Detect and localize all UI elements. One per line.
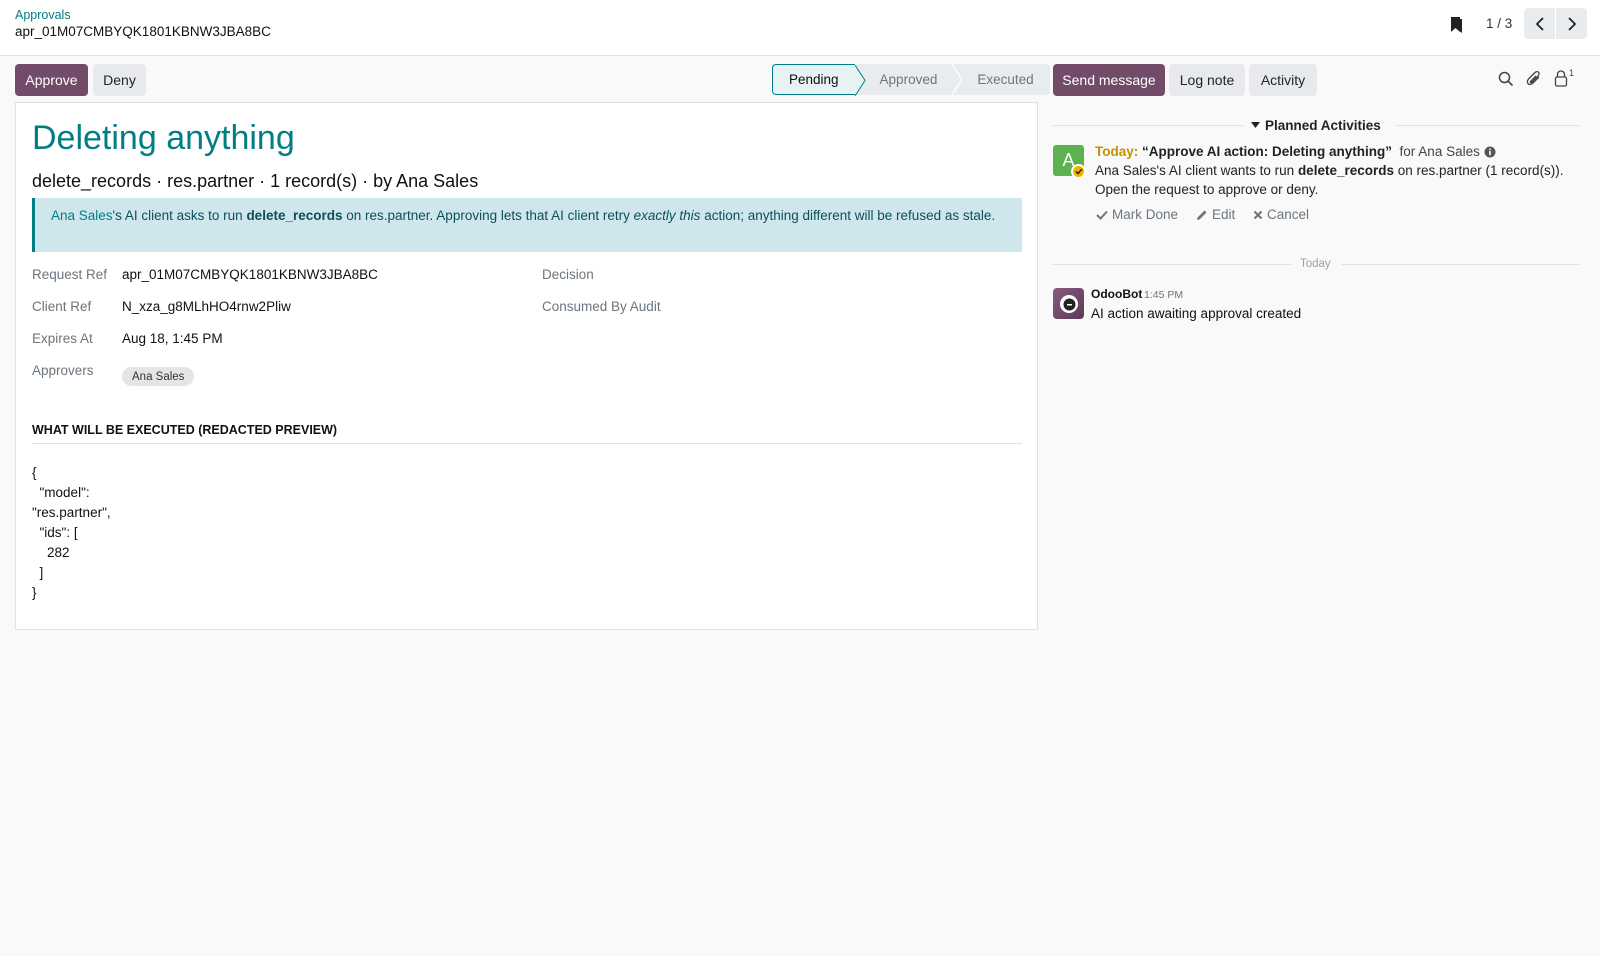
log-note-button[interactable]: Log note	[1169, 64, 1245, 96]
expires-at-label: Expires At	[32, 331, 93, 346]
divider	[1053, 125, 1243, 126]
close-icon	[1253, 210, 1263, 219]
check-icon	[1096, 210, 1108, 220]
expires-at-value: Aug 18, 1:45 PM	[122, 331, 223, 346]
alert-text-2: on res.partner. Approving lets that AI c…	[342, 208, 634, 223]
request-ref-label: Request Ref	[32, 267, 108, 282]
stage-arrow-icon	[854, 65, 866, 96]
activity-when: Today:	[1095, 144, 1139, 159]
alert-emphasis: exactly this	[633, 208, 701, 223]
client-ref-value: N_xza_g8MLhHO4rnw2Pliw	[122, 299, 291, 314]
activity-summary: “Approve AI action: Deleting anything”	[1142, 144, 1393, 159]
stage-executed-label: Executed	[977, 72, 1034, 87]
info-icon[interactable]	[1484, 146, 1496, 158]
stage-pending-label: Pending	[789, 72, 839, 87]
approver-tag[interactable]: Ana Sales	[122, 367, 195, 386]
preview-code: { "model": "res.partner", "ids": [ 282 ]…	[32, 465, 111, 600]
planned-activities-toggle[interactable]: Planned Activities	[1265, 118, 1381, 133]
cancel-activity-button[interactable]: Cancel	[1253, 207, 1309, 222]
consumed-by-audit-label: Consumed By Audit	[542, 299, 661, 314]
pager-value[interactable]: 1 / 3	[1486, 16, 1512, 31]
paperclip-icon[interactable]	[1526, 70, 1542, 87]
pager-previous-button[interactable]	[1524, 8, 1555, 39]
caret-down-icon[interactable]	[1251, 122, 1260, 129]
message-author[interactable]: OdooBot	[1091, 287, 1142, 301]
decision-label: Decision	[542, 267, 594, 282]
form-sheet: Deleting anything delete_records · res.p…	[15, 102, 1038, 630]
mark-done-label: Mark Done	[1112, 207, 1179, 222]
divider	[1342, 264, 1579, 265]
approvers-label: Approvers	[32, 363, 94, 378]
bookmark-icon[interactable]	[1448, 16, 1464, 34]
breadcrumb-approvals-link[interactable]: Approvals	[15, 8, 71, 22]
bot-face-icon	[1059, 294, 1078, 313]
edit-label: Edit	[1212, 207, 1236, 222]
stage-approved-label: Approved	[879, 72, 938, 87]
info-alert: Ana Sales's AI client asks to run delete…	[32, 198, 1022, 252]
activity-button[interactable]: Activity	[1249, 64, 1317, 96]
date-separator: Today	[1300, 258, 1331, 270]
stage-arrow-icon	[952, 64, 964, 95]
preview-section-title: WHAT WILL BE EXECUTED (REDACTED PREVIEW)	[32, 423, 1022, 444]
follower-icon[interactable]	[1554, 70, 1568, 87]
followers-count: 1	[1569, 68, 1575, 78]
activity-todo-check-icon	[1071, 164, 1086, 179]
breadcrumb-current-record: apr_01M07CMBYQK1801KBNW3JBA8BC	[15, 24, 271, 39]
alert-user: Ana Sales	[51, 208, 113, 223]
divider	[1053, 264, 1291, 265]
status-bar: Pending Approved Executed	[772, 64, 1050, 96]
edit-activity-button[interactable]: Edit	[1196, 207, 1235, 222]
alert-text-3: action; anything different will be refus…	[700, 208, 996, 223]
pencil-icon	[1197, 210, 1207, 220]
pager-next-button[interactable]	[1556, 8, 1587, 39]
alert-method: delete_records	[246, 208, 343, 223]
activity-note: Ana Sales's AI client wants to run delet…	[1095, 161, 1595, 199]
stage-approved[interactable]: Approved	[854, 64, 964, 95]
pager-buttons	[1524, 8, 1587, 39]
send-message-button[interactable]: Send message	[1053, 64, 1165, 96]
control-panel: Approvals apr_01M07CMBYQK1801KBNW3JBA8BC…	[0, 0, 1600, 56]
deny-button[interactable]: Deny	[93, 64, 146, 96]
stage-pending[interactable]: Pending	[772, 64, 866, 96]
search-icon[interactable]	[1498, 71, 1514, 87]
activity-assignee: for Ana Sales	[1399, 144, 1480, 159]
odoobot-avatar	[1053, 288, 1084, 319]
alert-text-1: 's AI client asks to run	[112, 208, 247, 223]
stage-executed[interactable]: Executed	[953, 64, 1050, 95]
message-body: AI action awaiting approval created	[1091, 306, 1302, 321]
cancel-label: Cancel	[1267, 207, 1310, 222]
message-time: 1:45 PM	[1144, 289, 1184, 301]
record-title: Deleting anything	[32, 119, 295, 157]
divider	[1395, 125, 1579, 126]
request-ref-value: apr_01M07CMBYQK1801KBNW3JBA8BC	[122, 267, 378, 282]
chevron-left-icon	[1535, 16, 1544, 31]
activity-note-text-1: Ana Sales's AI client wants to run	[1095, 163, 1298, 178]
activity-note-method: delete_records	[1297, 163, 1394, 178]
mark-done-button[interactable]: Mark Done	[1096, 207, 1178, 222]
record-subtitle: delete_records · res.partner · 1 record(…	[32, 171, 479, 191]
activity-header: Today: “Approve AI action: Deleting anyt…	[1095, 144, 1496, 159]
client-ref-label: Client Ref	[32, 299, 92, 314]
chevron-right-icon	[1567, 16, 1576, 31]
approve-button[interactable]: Approve	[15, 64, 88, 96]
